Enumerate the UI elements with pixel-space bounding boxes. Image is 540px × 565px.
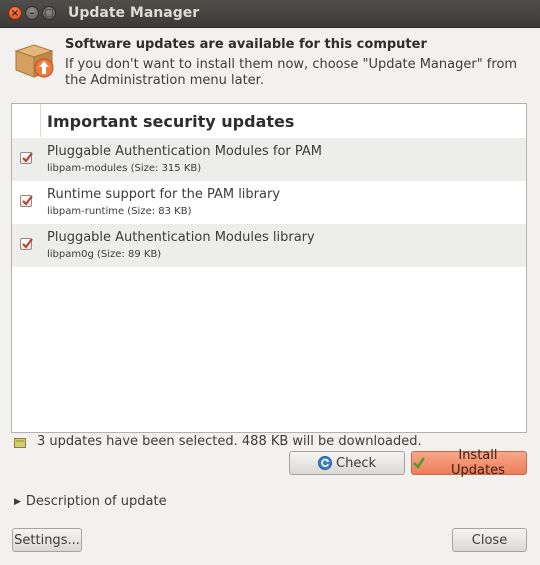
close-button[interactable]: Close [452,528,527,552]
list-item[interactable]: Pluggable Authentication Modules for PAM… [12,138,526,181]
update-checkbox[interactable] [20,152,33,164]
close-button-label: Close [471,532,508,548]
check-button-label: Check [336,455,376,471]
install-updates-button[interactable]: Install Updates [411,448,527,478]
close-icon[interactable]: × [8,6,22,20]
list-item[interactable]: Pluggable Authentication Modules library… [12,224,526,267]
checkmark-icon [413,457,425,469]
download-icon [14,437,26,448]
list-section-header: Important security updates [12,104,526,139]
settings-button-label: Settings... [14,532,80,548]
header-title: Software updates are available for this … [65,37,427,52]
checkmark-icon [22,195,33,206]
maximize-icon[interactable]: □ [42,6,56,20]
column-divider [40,104,41,137]
refresh-icon [318,456,332,470]
checkmark-icon [22,152,33,163]
header-subtitle: If you don't want to install them now, c… [65,57,518,88]
update-name: Runtime support for the PAM library [47,187,281,202]
update-checkbox[interactable] [20,238,33,250]
update-package: libpam0g (Size: 89 KB) [47,249,162,260]
expander-label: Description of update [25,494,167,509]
update-name: Pluggable Authentication Modules library [47,230,315,245]
expander-arrow-icon: ▶ [14,497,21,507]
settings-button[interactable]: Settings... [12,528,82,552]
section-title: Important security updates [47,112,295,131]
window-title: Update Manager [68,5,200,21]
update-package: libpam-runtime (Size: 83 KB) [47,206,192,217]
install-button-label: Install Updates [451,448,505,478]
update-package: libpam-modules (Size: 315 KB) [47,163,202,174]
package-update-icon [14,41,54,79]
description-expander[interactable]: ▶ Description of update [14,494,167,509]
update-checkbox[interactable] [20,195,33,207]
title-bar: × – □ Update Manager [0,0,540,28]
check-button[interactable]: Check [289,451,405,475]
minimize-icon[interactable]: – [25,6,39,20]
list-item[interactable]: Runtime support for the PAM library libp… [12,181,526,224]
updates-list[interactable]: Important security updates Pluggable Aut… [11,103,527,433]
status-text: 3 updates have been selected. 488 KB wil… [37,434,422,449]
update-name: Pluggable Authentication Modules for PAM [47,144,323,159]
checkmark-icon [22,238,33,249]
